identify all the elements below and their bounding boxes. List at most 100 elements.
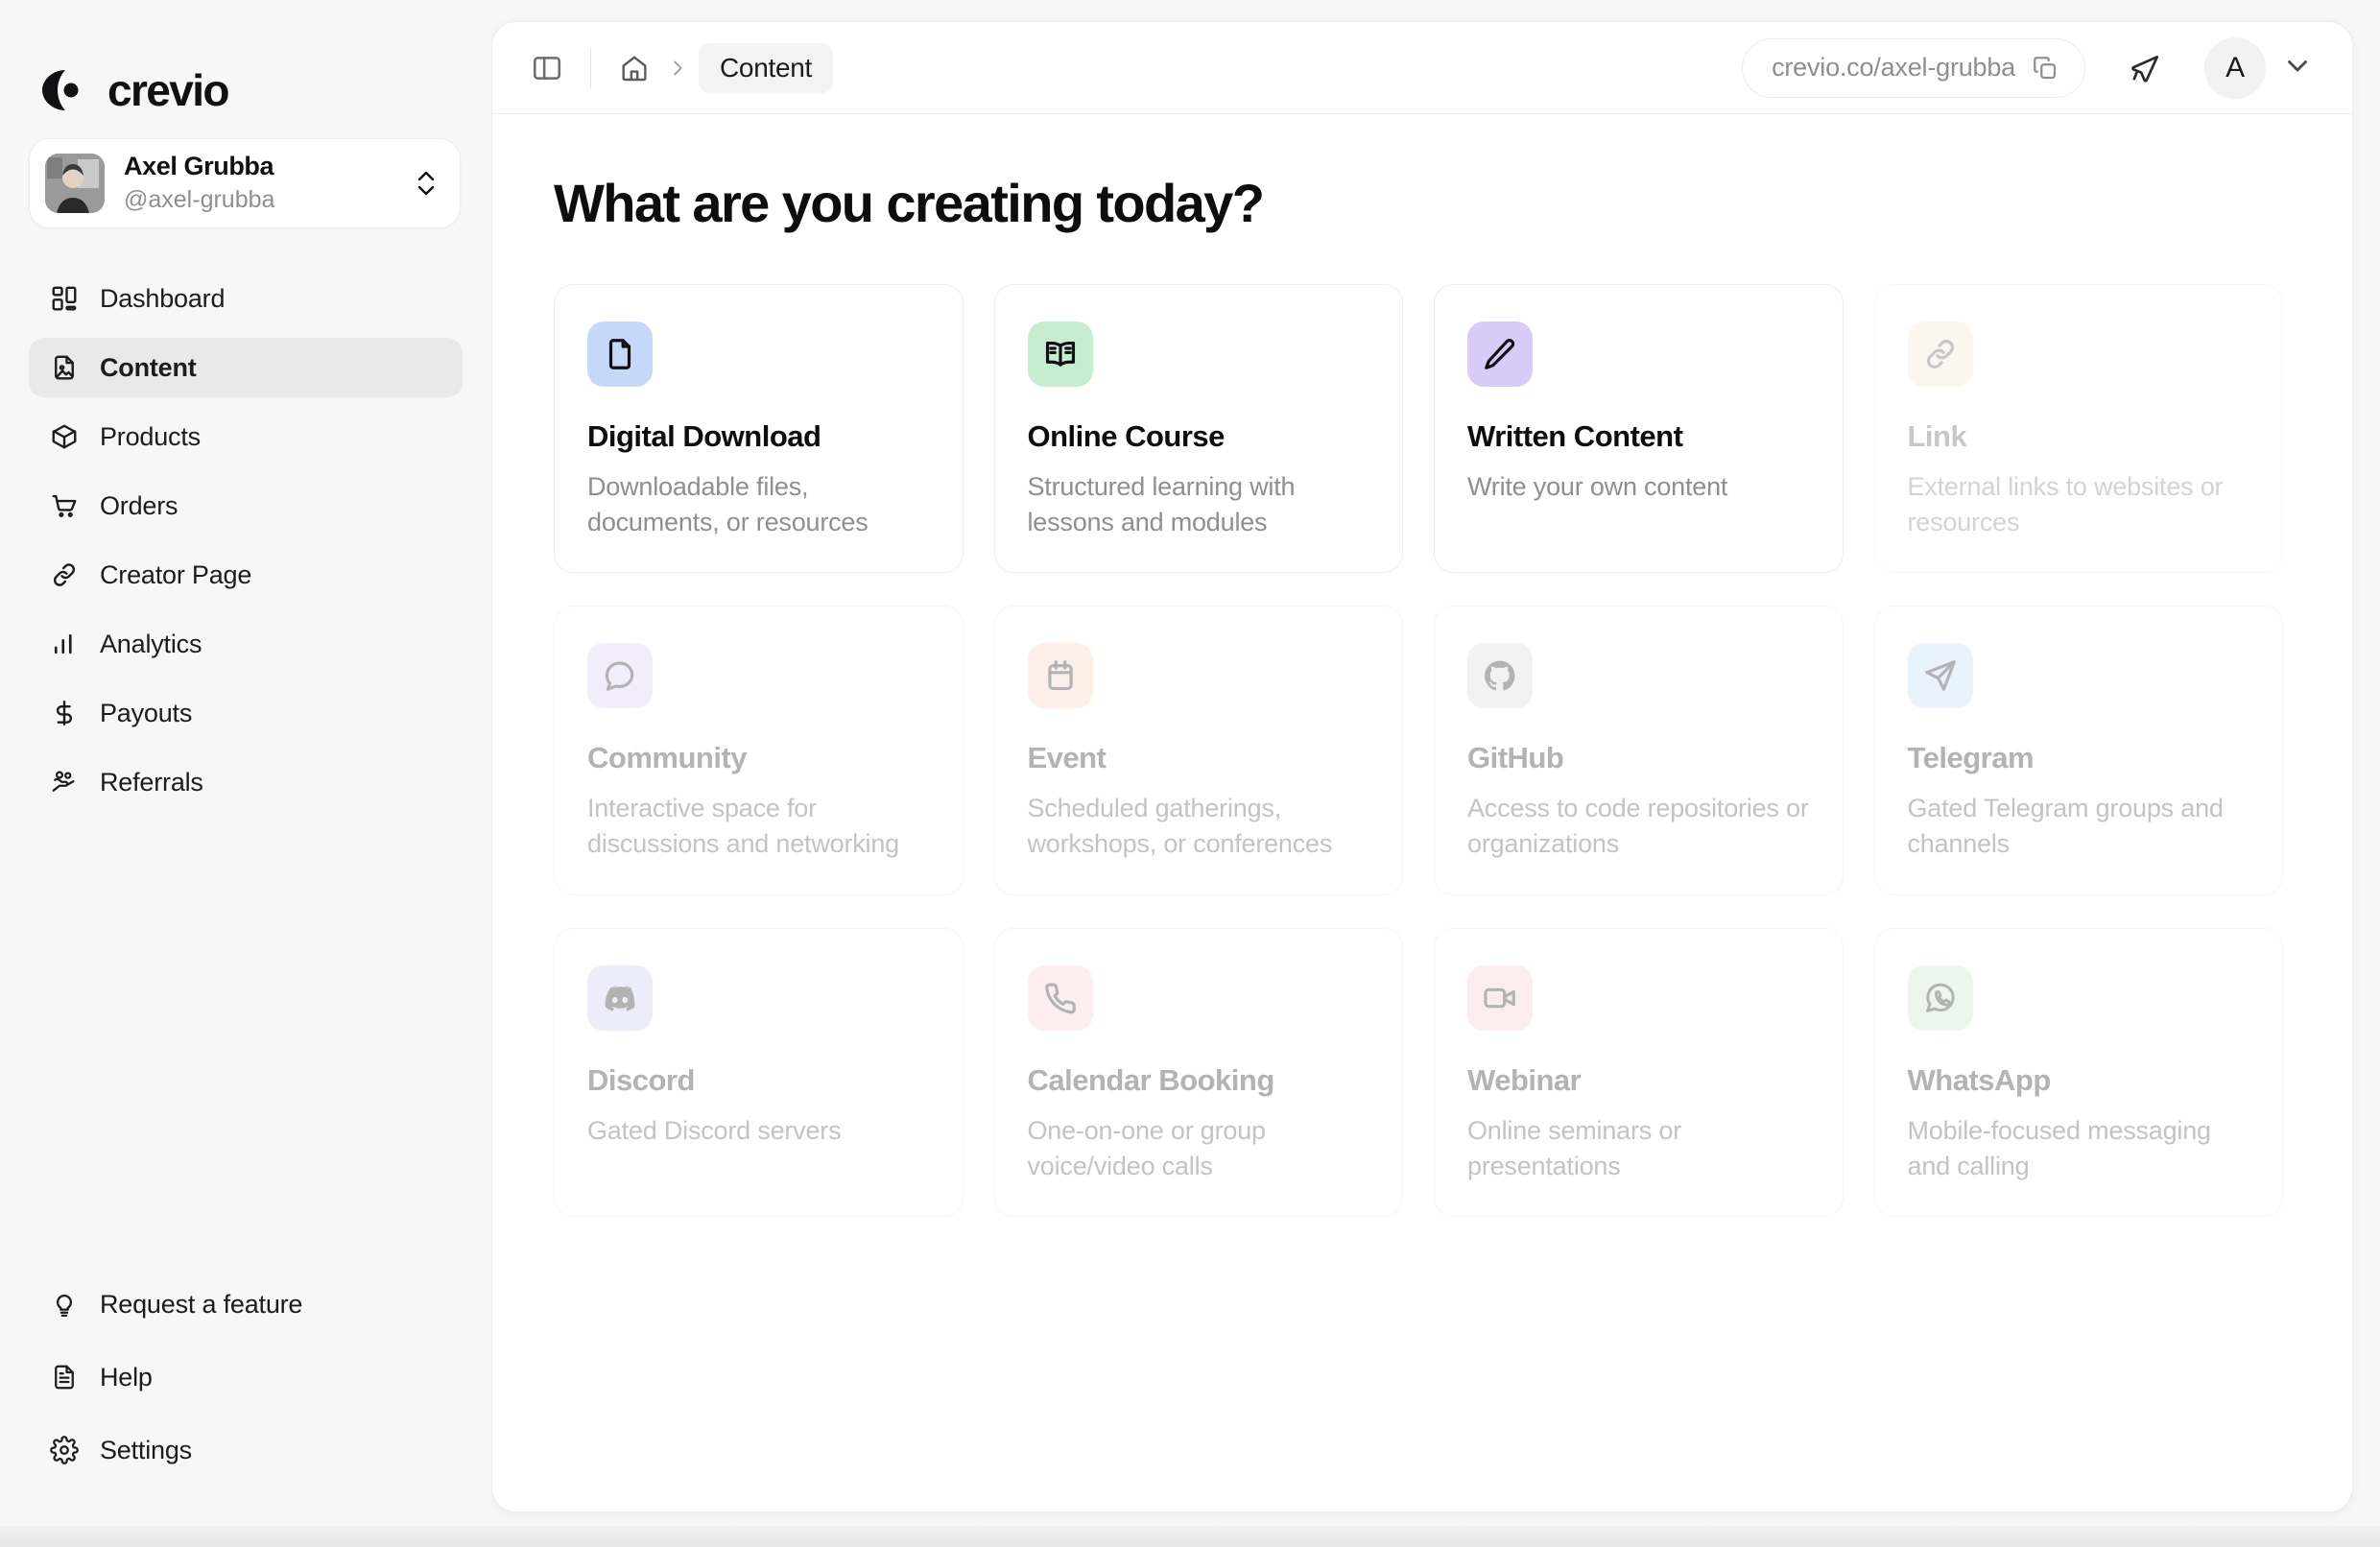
- sidebar-item-label: Help: [100, 1363, 153, 1392]
- content-card-online-course[interactable]: Online Course Structured learning with l…: [994, 284, 1404, 573]
- brand-logo[interactable]: crevio: [0, 0, 491, 125]
- content-card-event[interactable]: Event Scheduled gatherings, workshops, o…: [994, 606, 1404, 894]
- file-document-icon: [587, 321, 653, 387]
- card-title: Written Content: [1467, 419, 1810, 454]
- creator-url-copy-button[interactable]: crevio.co/axel-grubba: [1742, 38, 2085, 98]
- sidebar-item-products[interactable]: Products: [29, 407, 463, 466]
- sidebar-item-label: Creator Page: [100, 560, 251, 590]
- card-description: Gated Telegram groups and channels: [1908, 791, 2250, 861]
- content-card-telegram[interactable]: Telegram Gated Telegram groups and chann…: [1874, 606, 2284, 894]
- lightbulb-icon: [50, 1290, 79, 1319]
- sidebar-item-label: Products: [100, 422, 201, 452]
- sidebar-item-label: Settings: [100, 1436, 192, 1465]
- open-book-icon: [1028, 321, 1093, 387]
- profile-text: Axel Grubba @axel-grubba: [124, 152, 414, 214]
- card-title: Webinar: [1467, 1063, 1810, 1098]
- discord-icon: [587, 965, 653, 1031]
- card-title: Discord: [587, 1063, 930, 1098]
- card-description: Scheduled gatherings, workshops, or conf…: [1028, 791, 1370, 861]
- profile-switcher[interactable]: Axel Grubba @axel-grubba: [29, 138, 461, 228]
- content-card-calendar-booking[interactable]: Calendar Booking One-on-one or group voi…: [994, 928, 1404, 1217]
- card-description: Mobile-focused messaging and calling: [1908, 1113, 2250, 1183]
- chevron-right-icon: [664, 55, 691, 82]
- home-icon[interactable]: [612, 46, 656, 90]
- card-description: One-on-one or group voice/video calls: [1028, 1113, 1370, 1183]
- sidebar-item-dashboard[interactable]: Dashboard: [29, 269, 463, 328]
- card-title: Telegram: [1908, 741, 2250, 775]
- sidebar-item-orders[interactable]: Orders: [29, 476, 463, 536]
- primary-nav: Dashboard Content Products: [0, 269, 491, 821]
- content-card-community[interactable]: Community Interactive space for discussi…: [554, 606, 964, 894]
- card-title: WhatsApp: [1908, 1063, 2250, 1098]
- referral-hand-icon: [50, 768, 79, 797]
- sidebar-item-referrals[interactable]: Referrals: [29, 752, 463, 812]
- sidebar-item-label: Payouts: [100, 699, 192, 728]
- chevron-down-icon[interactable]: [2281, 49, 2320, 87]
- top-bar: Content crevio.co/axel-grubba: [492, 22, 2352, 114]
- content-type-grid: Digital Download Downloadable files, doc…: [554, 284, 2283, 1217]
- sidebar-item-label: Orders: [100, 491, 178, 521]
- content-card-discord[interactable]: Discord Gated Discord servers: [554, 928, 964, 1217]
- card-description: Gated Discord servers: [587, 1113, 930, 1149]
- main-panel: Content crevio.co/axel-grubba: [491, 21, 2353, 1512]
- sidebar-item-content[interactable]: Content: [29, 338, 463, 397]
- document-help-icon: [50, 1363, 79, 1392]
- app-root: crevio Axel Grubba @axel-grubba: [0, 0, 2380, 1547]
- content-card-whatsapp[interactable]: WhatsApp Mobile-focused messaging and ca…: [1874, 928, 2284, 1217]
- panel-toggle-icon[interactable]: [525, 46, 569, 90]
- grid-dashboard-icon: [50, 284, 79, 313]
- bar-chart-icon: [50, 630, 79, 658]
- copy-icon[interactable]: [2031, 54, 2059, 83]
- content-card-digital-download[interactable]: Digital Download Downloadable files, doc…: [554, 284, 964, 573]
- secondary-nav: Request a feature Help S: [0, 1274, 491, 1547]
- calendar-icon: [1028, 643, 1093, 708]
- sidebar-item-help[interactable]: Help: [29, 1347, 463, 1407]
- content-card-webinar[interactable]: Webinar Online seminars or presentations: [1434, 928, 1844, 1217]
- shopping-cart-icon: [50, 491, 79, 520]
- phone-icon: [1028, 965, 1093, 1031]
- telegram-send-icon: [1908, 643, 1973, 708]
- pencil-icon: [1467, 321, 1533, 387]
- image-file-icon: [50, 353, 79, 382]
- sidebar-item-label: Referrals: [100, 768, 203, 797]
- chevron-up-down-icon: [414, 167, 439, 200]
- dollar-sign-icon: [50, 699, 79, 727]
- content-card-written-content[interactable]: Written Content Write your own content: [1434, 284, 1844, 573]
- card-title: GitHub: [1467, 741, 1810, 775]
- chat-bubble-icon: [587, 643, 653, 708]
- card-title: Calendar Booking: [1028, 1063, 1370, 1098]
- main-panel-wrapper: Content crevio.co/axel-grubba: [491, 0, 2380, 1547]
- sidebar-item-creator-page[interactable]: Creator Page: [29, 545, 463, 605]
- link-chain-icon: [50, 560, 79, 589]
- window-bottom-strip: [0, 1526, 2380, 1547]
- breadcrumb-current[interactable]: Content: [699, 43, 833, 93]
- content-area: What are you creating today? Digital Dow…: [492, 114, 2352, 1511]
- sidebar-item-payouts[interactable]: Payouts: [29, 683, 463, 743]
- card-description: External links to websites or resources: [1908, 469, 2250, 539]
- link-chain-icon: [1908, 321, 1973, 387]
- card-description: Write your own content: [1467, 469, 1810, 505]
- whatsapp-icon: [1908, 965, 1973, 1031]
- content-card-link[interactable]: Link External links to websites or resou…: [1874, 284, 2284, 573]
- github-icon: [1467, 643, 1533, 708]
- sidebar: crevio Axel Grubba @axel-grubba: [0, 0, 491, 1547]
- sidebar-item-analytics[interactable]: Analytics: [29, 614, 463, 674]
- card-title: Event: [1028, 741, 1370, 775]
- sidebar-item-request-a-feature[interactable]: Request a feature: [29, 1274, 463, 1334]
- avatar: [45, 154, 105, 213]
- sidebar-item-settings[interactable]: Settings: [29, 1420, 463, 1480]
- brand-name: crevio: [107, 64, 228, 116]
- card-title: Link: [1908, 419, 2250, 454]
- card-title: Digital Download: [587, 419, 930, 454]
- card-title: Community: [587, 741, 930, 775]
- content-card-github[interactable]: GitHub Access to code repositories or or…: [1434, 606, 1844, 894]
- megaphone-icon[interactable]: [2118, 41, 2172, 95]
- sidebar-item-label: Content: [100, 353, 197, 383]
- top-bar-right: crevio.co/axel-grubba A: [1742, 37, 2320, 99]
- sidebar-item-label: Analytics: [100, 630, 202, 659]
- card-description: Online seminars or presentations: [1467, 1113, 1810, 1183]
- card-title: Online Course: [1028, 419, 1370, 454]
- page-title: What are you creating today?: [554, 172, 2283, 234]
- card-description: Structured learning with lessons and mod…: [1028, 469, 1370, 539]
- account-avatar-badge[interactable]: A: [2204, 37, 2266, 99]
